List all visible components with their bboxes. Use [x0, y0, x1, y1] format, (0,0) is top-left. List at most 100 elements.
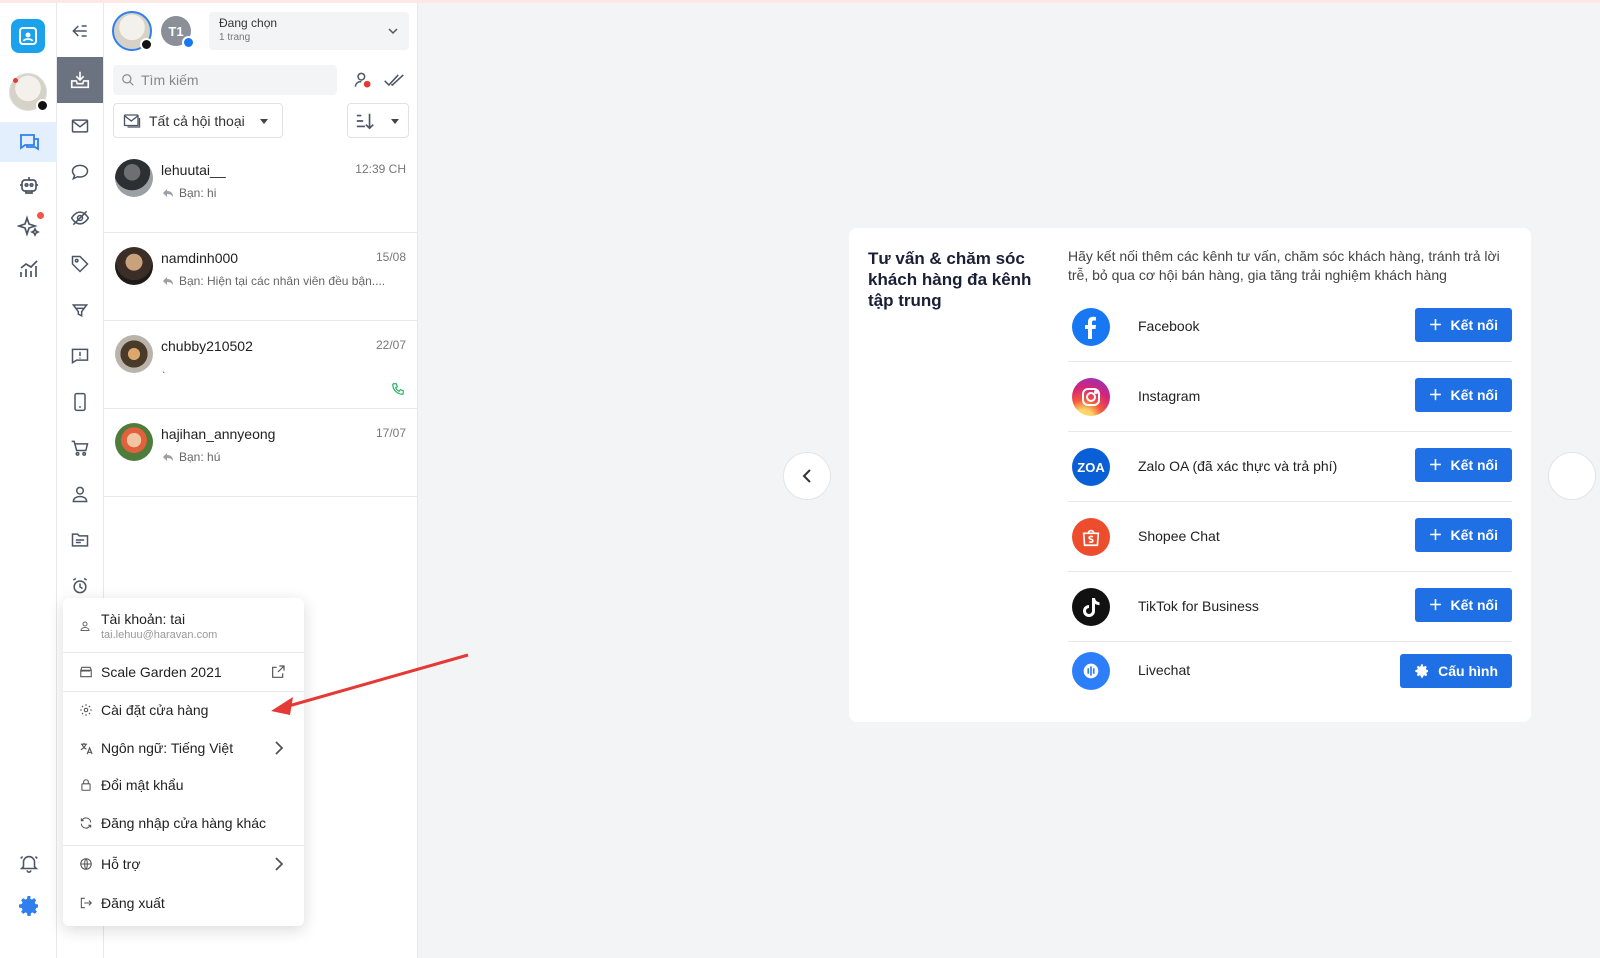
menu-item-support[interactable]: Hỗ trợ — [63, 845, 304, 883]
conversation-row[interactable]: chubby210502 22/07 . — [104, 321, 417, 409]
facebook-badge-icon — [182, 36, 195, 49]
livechat-icon — [1072, 652, 1110, 690]
button-label: Kết nối — [1450, 527, 1498, 543]
user-avatar[interactable] — [9, 73, 49, 112]
contact-name: lehuutai__ — [161, 162, 226, 178]
rail-item-bot[interactable] — [0, 165, 57, 205]
connect-zalo-button[interactable]: ＋ Kết nối — [1414, 448, 1512, 482]
message-preview: Bạn: hi — [162, 186, 408, 200]
rail-item-settings[interactable] — [0, 886, 57, 926]
contact-avatar — [115, 159, 153, 197]
store-icon — [80, 666, 92, 678]
arrow-left-icon — [72, 25, 87, 37]
rail2-tags[interactable] — [57, 241, 103, 287]
conversation-row[interactable]: namdinh000 15/08 Bạn: Hiện tại các nhân … — [104, 233, 417, 321]
button-label: Kết nối — [1450, 387, 1498, 403]
assign-user-icon[interactable] — [353, 70, 373, 90]
carousel-next-button[interactable] — [1548, 452, 1596, 500]
conversation-time: 12:39 CH — [355, 162, 406, 176]
menu-item-switch-store[interactable]: Đăng nhập cửa hàng khác — [63, 804, 304, 842]
chevron-right-icon — [275, 857, 284, 871]
rail2-reports[interactable] — [57, 333, 103, 379]
page-avatar[interactable]: T1 — [161, 16, 195, 49]
contact-avatar — [115, 423, 153, 461]
rail2-mobile[interactable] — [57, 379, 103, 425]
rail2-comments[interactable] — [57, 149, 103, 195]
page-selector-title: Đang chọn — [219, 16, 278, 30]
conversation-row[interactable]: lehuutai__ 12:39 CH Bạn: hi — [104, 145, 417, 233]
selected-page-avatar[interactable] — [112, 11, 153, 51]
menu-item-language[interactable]: Ngôn ngữ: Tiếng Việt — [63, 729, 304, 767]
plus-icon: ＋ — [1428, 527, 1443, 543]
menu-item-change-password[interactable]: Đổi mật khẩu — [63, 766, 304, 804]
rail2-files[interactable] — [57, 517, 103, 563]
channel-name: TikTok for Business — [1138, 598, 1259, 614]
store-name: Scale Garden 2021 — [101, 664, 222, 680]
rail2-inbox[interactable] — [57, 57, 103, 103]
rail2-filter[interactable] — [57, 287, 103, 333]
collapse-button[interactable] — [57, 8, 103, 54]
channel-name: Livechat — [1138, 662, 1191, 678]
user-icon — [80, 621, 90, 631]
message-preview-text: . — [162, 362, 166, 376]
user-icon — [72, 486, 88, 503]
menu-item-logout[interactable]: Đăng xuất — [63, 884, 304, 922]
reply-icon — [163, 189, 173, 197]
chevron-left-icon — [802, 469, 811, 483]
tag-icon — [71, 255, 89, 273]
translate-icon — [80, 742, 93, 754]
conversation-row[interactable]: hajihan_annyeong 17/07 Bạn: hú — [104, 409, 417, 497]
connect-shopee-button[interactable]: ＋ Kết nối — [1414, 518, 1512, 552]
rail2-hidden[interactable] — [57, 195, 103, 241]
rail2-customers[interactable] — [57, 471, 103, 517]
search-icon — [122, 74, 134, 86]
rail-item-reports[interactable] — [0, 249, 57, 289]
reply-icon — [163, 277, 173, 285]
app-logo-icon[interactable] — [11, 19, 45, 53]
app-rail — [0, 3, 57, 958]
rail-item-ai[interactable] — [0, 206, 57, 246]
change-password-label: Đổi mật khẩu — [101, 777, 184, 793]
conversation-filter-dropdown[interactable]: Tất cả hội thoại — [113, 103, 283, 138]
sort-dropdown[interactable] — [347, 103, 409, 138]
language-label: Ngôn ngữ: Tiếng Việt — [101, 740, 234, 756]
channel-row-tiktok: TikTok for Business ＋ Kết nối — [1068, 572, 1512, 642]
contact-avatar — [115, 247, 153, 285]
search-box — [113, 65, 337, 95]
switch-store-label: Đăng nhập cửa hàng khác — [101, 815, 267, 831]
contact-name: hajihan_annyeong — [161, 426, 276, 442]
rail2-cart[interactable] — [57, 425, 103, 471]
channel-row-facebook: Facebook ＋ Kết nối — [1068, 292, 1512, 362]
bell-icon — [19, 855, 38, 873]
messages-icon — [123, 113, 141, 128]
comment-icon — [71, 164, 89, 181]
mobile-icon — [74, 392, 86, 412]
message-preview-text: Bạn: Hiện tại các nhân viên đều bận.... — [179, 274, 386, 288]
globe-icon — [80, 858, 92, 870]
contact-avatar — [115, 335, 153, 373]
account-email: tai.lehuu@haravan.com — [101, 629, 218, 641]
carousel-prev-button[interactable] — [783, 452, 831, 500]
rail-item-notifications[interactable] — [0, 843, 57, 883]
tiktok-badge-icon — [140, 38, 153, 51]
folder-icon — [71, 533, 89, 547]
button-label: Kết nối — [1450, 317, 1498, 333]
mark-read-icon[interactable] — [383, 71, 405, 89]
connect-tiktok-button[interactable]: ＋ Kết nối — [1414, 588, 1512, 622]
instagram-icon — [1072, 378, 1110, 416]
plus-icon: ＋ — [1428, 597, 1443, 613]
connect-facebook-button[interactable]: ＋ Kết nối — [1414, 308, 1512, 342]
configure-livechat-button[interactable]: Cấu hình — [1400, 654, 1512, 688]
page-selector[interactable]: Đang chọn 1 trang — [209, 12, 409, 50]
card-description: Hãy kết nối thêm các kênh tư vấn, chăm s… — [1068, 248, 1500, 283]
rail2-messages[interactable] — [57, 103, 103, 149]
shopee-icon — [1072, 518, 1110, 556]
rail-item-conversations[interactable] — [0, 122, 57, 162]
channel-name: Zalo OA (đã xác thực và trả phí) — [1138, 458, 1338, 474]
contact-name: namdinh000 — [161, 250, 239, 266]
search-input[interactable] — [141, 72, 321, 88]
plus-icon: ＋ — [1428, 457, 1443, 473]
message-preview: . — [162, 362, 408, 376]
connect-instagram-button[interactable]: ＋ Kết nối — [1414, 378, 1512, 412]
message-preview: Bạn: hú — [162, 450, 408, 464]
